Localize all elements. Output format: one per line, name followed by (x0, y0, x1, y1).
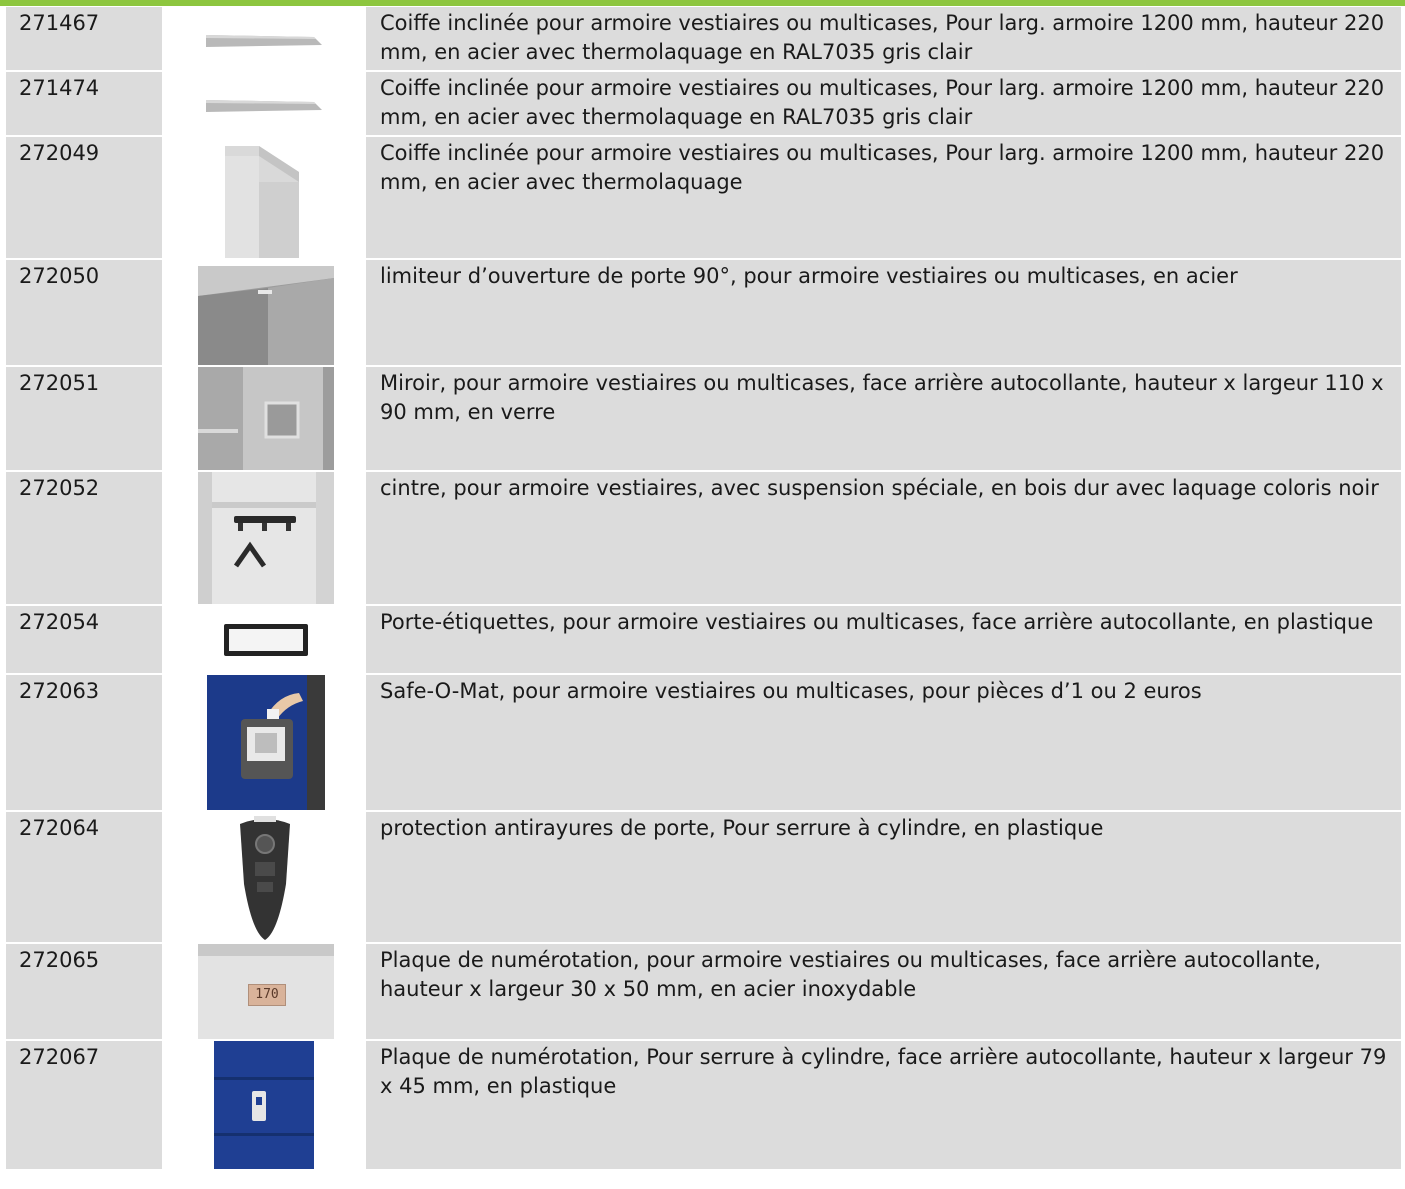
product-description: Porte-étiquettes, pour armoire vestiaire… (366, 606, 1401, 673)
hanger-icon (198, 472, 334, 604)
product-image (164, 72, 366, 135)
product-description: Plaque de numérotation, Pour serrure à c… (366, 1041, 1401, 1169)
product-description: Miroir, pour armoire vestiaires ou multi… (366, 367, 1401, 470)
product-code: 271467 (6, 7, 164, 70)
product-description: cintre, pour armoire vestiaires, avec su… (366, 472, 1401, 604)
product-description: Plaque de numérotation, pour armoire ves… (366, 944, 1401, 1039)
product-code: 271474 (6, 72, 164, 135)
table-row: 272065 170 Plaque de numérotation, pour … (6, 944, 1401, 1041)
product-image: 170 (164, 944, 366, 1039)
product-image (164, 1041, 366, 1169)
table-row: 272052 cintre, pour armoire vestiaires, … (6, 472, 1401, 606)
product-code: 272050 (6, 260, 164, 365)
product-code: 272049 (6, 137, 164, 258)
product-image (164, 675, 366, 810)
door-limiter-icon (198, 266, 334, 365)
product-code: 272063 (6, 675, 164, 810)
sloped-cover-icon (206, 100, 322, 112)
product-description: Coiffe inclinée pour armoire vestiaires … (366, 7, 1401, 70)
sloped-cover-icon (206, 35, 322, 47)
table-row: 272051 Miroir, pour armoire vestiaires o… (6, 367, 1401, 472)
product-description: Coiffe inclinée pour armoire vestiaires … (366, 72, 1401, 135)
blue-locker-number-icon (210, 1041, 320, 1169)
table-row: 272067 Plaque de numérotation, Pour serr… (6, 1041, 1401, 1171)
lock-guard-icon (240, 816, 290, 940)
product-code: 272052 (6, 472, 164, 604)
coin-lock-icon (207, 675, 325, 810)
table-row: 272050 limiteur d’ouverture de porte 90°… (6, 260, 1401, 367)
product-image (164, 606, 366, 673)
product-image (164, 260, 366, 365)
table-row: 271474 Coiffe inclinée pour armoire vest… (6, 72, 1401, 137)
product-code: 272054 (6, 606, 164, 673)
locker-roof-icon (225, 146, 299, 258)
product-description: limiteur d’ouverture de porte 90°, pour … (366, 260, 1401, 365)
product-image (164, 7, 366, 70)
product-code: 272051 (6, 367, 164, 470)
accent-bar (0, 0, 1405, 6)
product-image (164, 367, 366, 470)
number-plate-icon: 170 (198, 944, 334, 1039)
table-row: 272063 Safe-O-Mat, pour armoire vestiair… (6, 675, 1401, 812)
mirror-icon (198, 367, 334, 470)
table-row: 271467 Coiffe inclinée pour armoire vest… (6, 7, 1401, 72)
table-row: 272049 Coiffe inclinée pour armoire vest… (6, 137, 1401, 260)
product-description: Safe-O-Mat, pour armoire vestiaires ou m… (366, 675, 1401, 810)
product-image (164, 812, 366, 942)
product-code: 272067 (6, 1041, 164, 1169)
product-image (164, 137, 366, 258)
product-description: Coiffe inclinée pour armoire vestiaires … (366, 137, 1401, 258)
table-row: 272064 protection antirayures de porte, … (6, 812, 1401, 944)
product-code: 272064 (6, 812, 164, 942)
product-description: protection antirayures de porte, Pour se… (366, 812, 1401, 942)
table-row: 272054 Porte-étiquettes, pour armoire ve… (6, 606, 1401, 675)
product-table: 271467 Coiffe inclinée pour armoire vest… (6, 7, 1401, 1171)
product-code: 272065 (6, 944, 164, 1039)
number-plate-label: 170 (248, 984, 286, 1006)
product-image (164, 472, 366, 604)
label-holder-icon (224, 624, 308, 656)
